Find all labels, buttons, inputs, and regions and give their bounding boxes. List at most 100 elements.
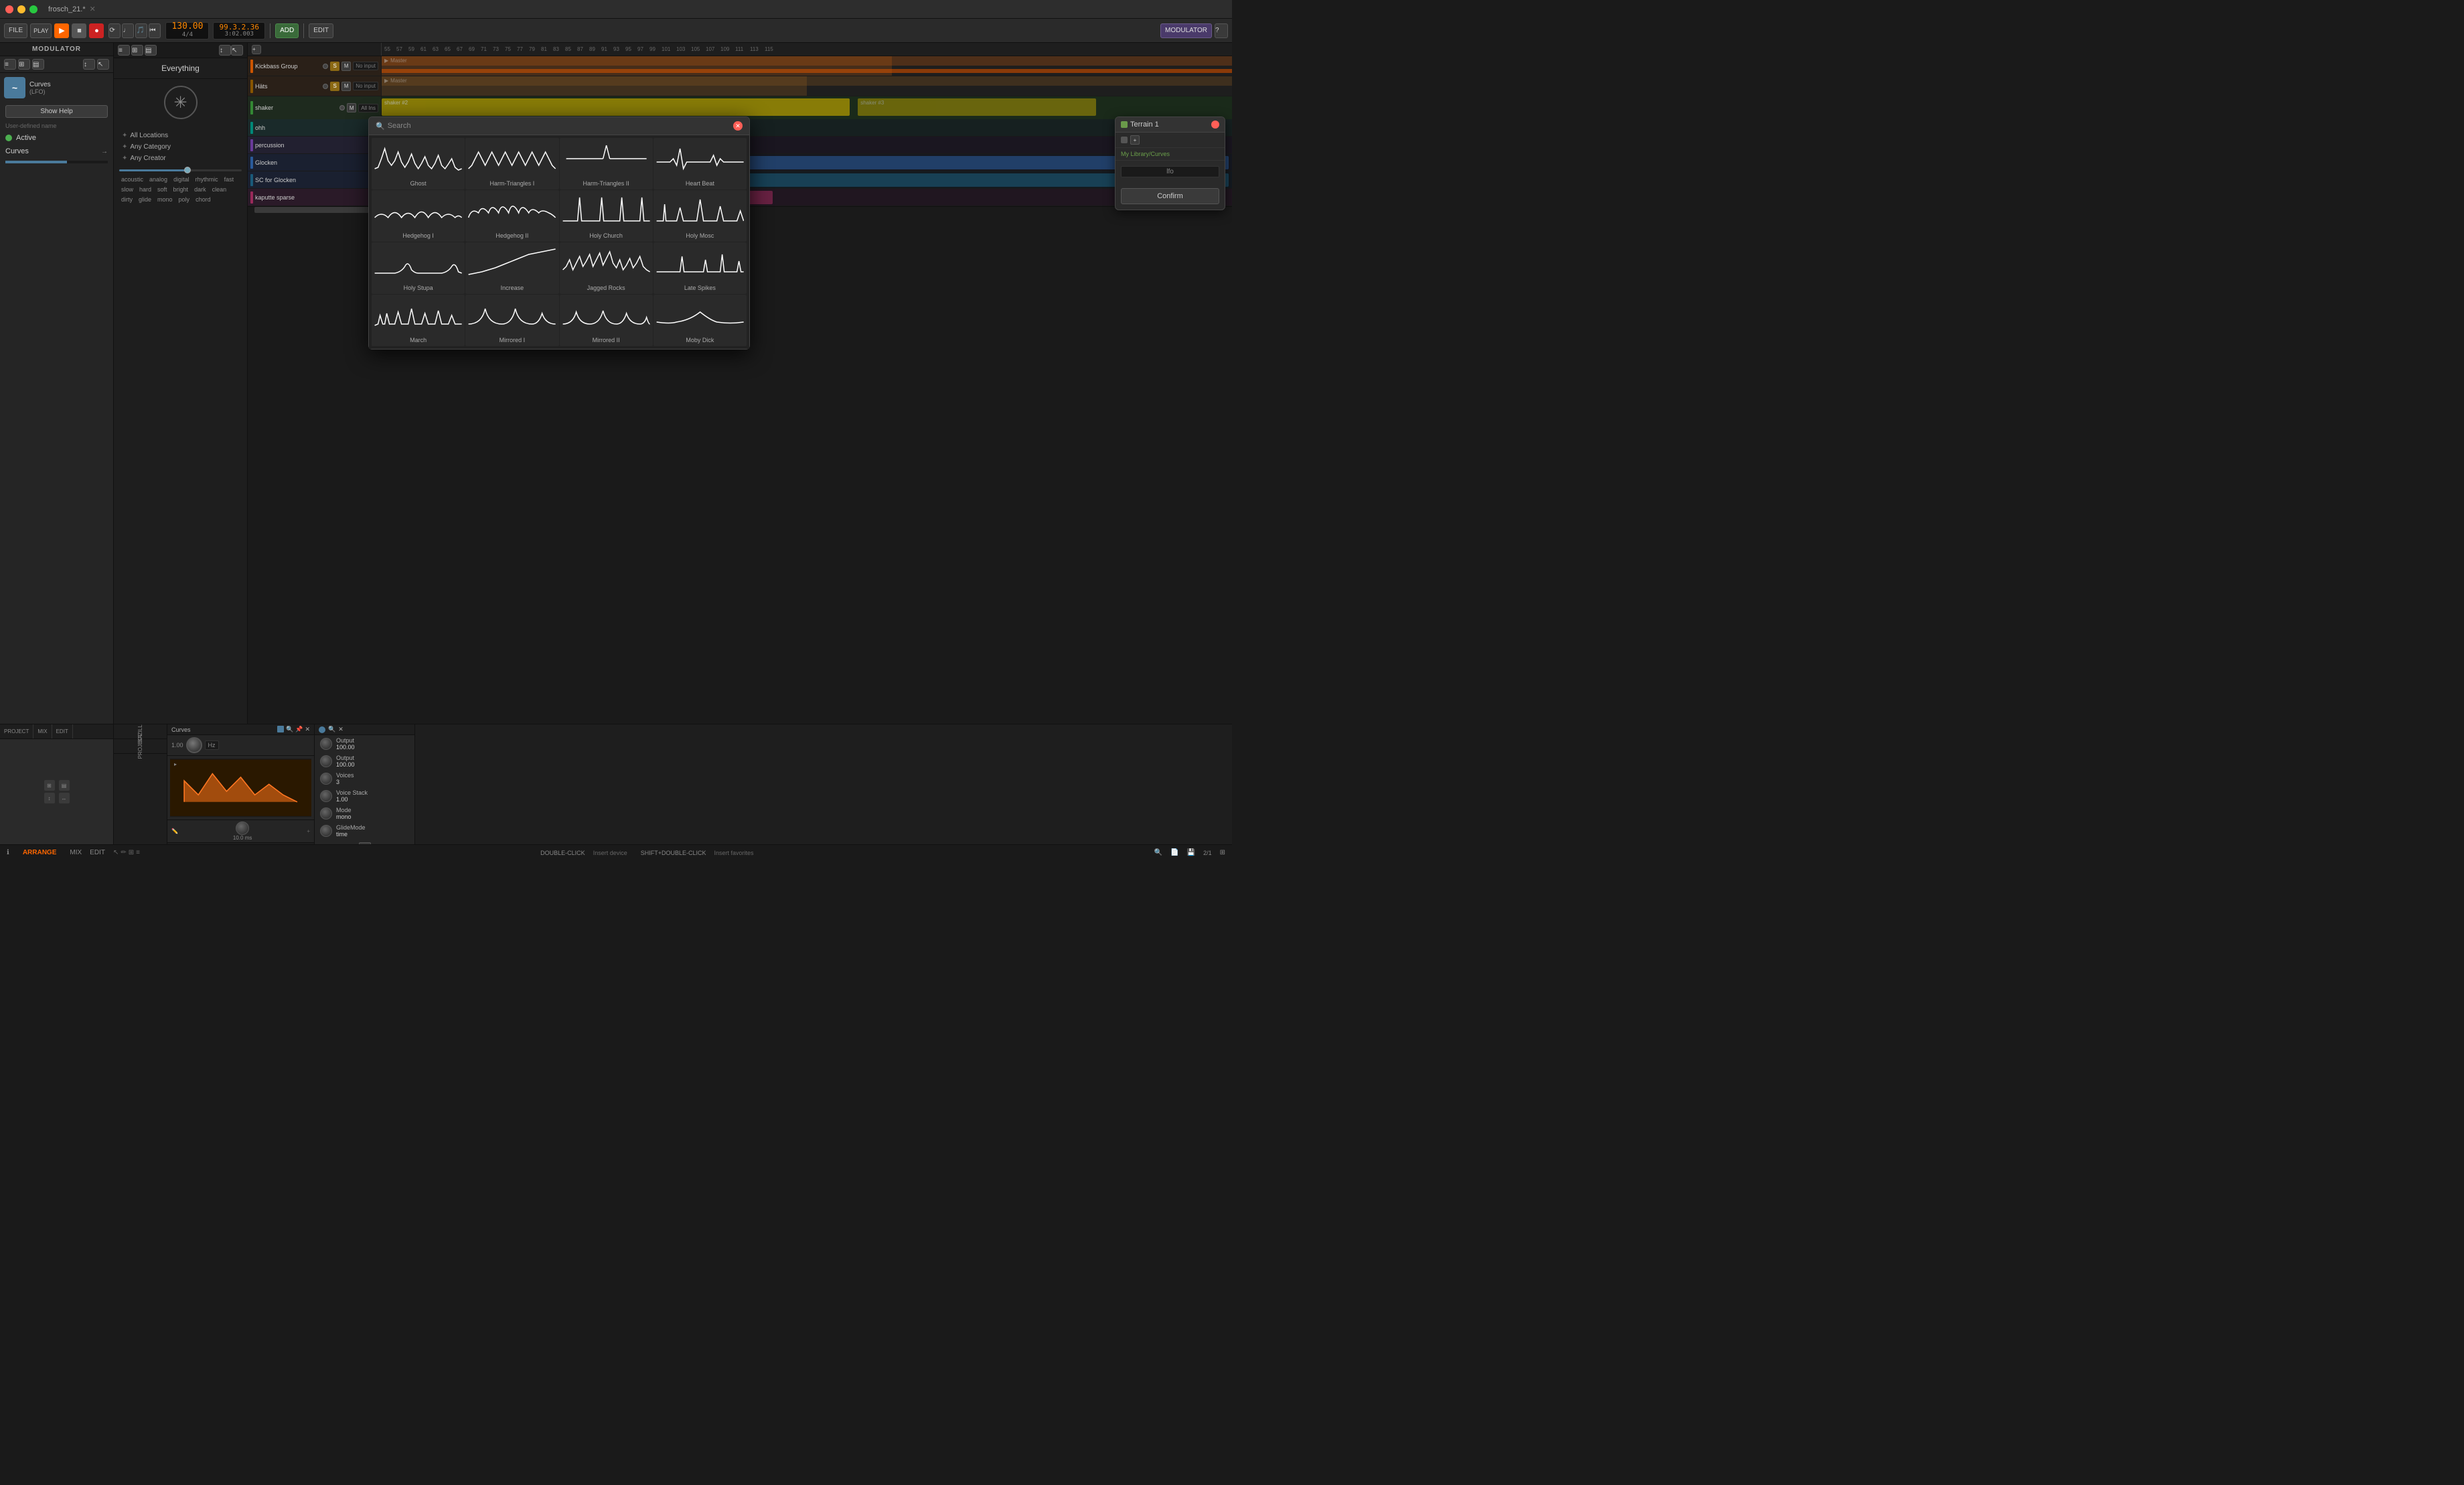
window-close-icon[interactable]: ✕ bbox=[90, 5, 96, 13]
tag-dirty[interactable]: dirty bbox=[119, 196, 135, 204]
list-view-button[interactable]: ≡ bbox=[4, 59, 16, 70]
output-close-icon[interactable]: ✕ bbox=[338, 726, 343, 733]
bottom-icon-2[interactable]: ▤ bbox=[59, 780, 70, 791]
mute-btn-kickbass[interactable]: M bbox=[341, 62, 351, 71]
filter-all-locations[interactable]: ✦ All Locations bbox=[119, 130, 242, 141]
output-knob-3[interactable] bbox=[320, 773, 332, 785]
curve-item-ghost[interactable]: Ghost bbox=[372, 138, 465, 189]
curve-item-increase[interactable]: Increase bbox=[465, 242, 558, 294]
curves-plugin-search-icon[interactable]: 🔍 bbox=[286, 726, 293, 733]
tag-chord[interactable]: chord bbox=[194, 196, 213, 204]
bpm-display[interactable]: 130.00 4/4 bbox=[165, 22, 209, 40]
curve-item-moby-dick[interactable]: Moby Dick bbox=[653, 295, 747, 346]
show-help-button[interactable]: Show Help bbox=[5, 105, 108, 118]
track-content-hats[interactable]: ▶ Master bbox=[382, 76, 1232, 96]
add-track-button[interactable]: + bbox=[252, 45, 261, 54]
popup-close-button[interactable]: ✕ bbox=[733, 121, 743, 131]
output-knob-5[interactable] bbox=[320, 807, 332, 819]
stop-button[interactable]: ■ bbox=[72, 23, 86, 38]
curves-plus-icon[interactable]: + bbox=[307, 828, 310, 834]
hats-main-clip[interactable] bbox=[382, 76, 807, 96]
arrange-tab[interactable]: ARRANGE bbox=[17, 849, 62, 856]
curve-item-late-spikes[interactable]: Late Spikes bbox=[653, 242, 747, 294]
curve-item-hedgehog1[interactable]: Hedgehog I bbox=[372, 190, 465, 242]
output-knob-1[interactable] bbox=[320, 738, 332, 750]
bottom-icon-4[interactable]: ↔ bbox=[59, 793, 70, 803]
track-content-shaker[interactable]: shaker #2 shaker #3 bbox=[382, 96, 1232, 119]
add-button[interactable]: ADD bbox=[275, 23, 299, 38]
status-edit-label[interactable]: EDIT bbox=[90, 849, 105, 856]
list-view-status-icon[interactable]: ≡ bbox=[136, 849, 140, 856]
tag-dark[interactable]: dark bbox=[192, 185, 208, 193]
record-button[interactable]: ● bbox=[89, 23, 104, 38]
curve-item-holy-mosc[interactable]: Holy Mosc bbox=[653, 190, 747, 242]
save-status-icon[interactable]: 💾 bbox=[1187, 849, 1195, 856]
terrain-add-button[interactable]: + bbox=[1130, 135, 1140, 145]
tag-slow[interactable]: slow bbox=[119, 185, 135, 193]
minimize-button[interactable] bbox=[17, 5, 25, 13]
metro-button[interactable]: ♩ bbox=[122, 23, 134, 38]
tag-clean[interactable]: clean bbox=[210, 185, 229, 193]
tab-project[interactable]: PROJECT bbox=[0, 724, 33, 738]
everything-list-button[interactable]: ▤ bbox=[145, 45, 157, 56]
bottom-icon-3[interactable]: ↕ bbox=[44, 793, 55, 803]
play-label-button[interactable]: PLAY bbox=[30, 23, 52, 38]
everything-sort-button[interactable]: ↕ bbox=[219, 45, 231, 56]
solo-btn-hats[interactable]: S bbox=[330, 82, 339, 91]
output-knob-6[interactable] bbox=[320, 825, 332, 837]
output-knob-2[interactable] bbox=[320, 755, 332, 767]
tag-acoustic[interactable]: acoustic bbox=[119, 175, 145, 183]
curve-item-hedgehog2[interactable]: Hedgehog II bbox=[465, 190, 558, 242]
tag-hard[interactable]: hard bbox=[137, 185, 153, 193]
curve-item-march[interactable]: March bbox=[372, 295, 465, 346]
position-display[interactable]: 99.3.2.36 3:02.003 bbox=[213, 22, 265, 40]
mute-btn-hats[interactable]: M bbox=[341, 82, 351, 91]
curve-item-mirrored1[interactable]: Mirrored I bbox=[465, 295, 558, 346]
sort-button[interactable]: ↕ bbox=[83, 59, 95, 70]
rewind-button[interactable]: ⏮ bbox=[149, 23, 161, 38]
tag-bright[interactable]: bright bbox=[171, 185, 191, 193]
terrain-search-input[interactable] bbox=[1121, 166, 1219, 177]
project-tab-label[interactable]: PROJECT bbox=[137, 734, 143, 759]
slider-track[interactable] bbox=[119, 169, 242, 171]
loop-button[interactable]: ⟳ bbox=[108, 23, 121, 38]
everything-back-button[interactable]: ≡ bbox=[118, 45, 130, 56]
tag-digital[interactable]: digital bbox=[171, 175, 191, 183]
window-controls[interactable] bbox=[5, 5, 37, 13]
confirm-button[interactable]: Confirm bbox=[1121, 188, 1219, 204]
curve-item-holy-stupa[interactable]: Holy Stupa bbox=[372, 242, 465, 294]
tag-poly[interactable]: poly bbox=[177, 196, 192, 204]
bottom-icon-1[interactable]: ⊞ bbox=[44, 780, 55, 791]
curves-waveform-display[interactable]: ▸ bbox=[170, 759, 311, 817]
curve-item-mirrored2[interactable]: Mirrored II bbox=[560, 295, 653, 346]
terrain-panel[interactable]: Terrain 1 + My Library/Curves Confirm bbox=[1115, 116, 1225, 210]
curves-pencil-icon[interactable]: ✏️ bbox=[171, 828, 178, 834]
curve-item-jagged[interactable]: Jagged Rocks bbox=[560, 242, 653, 294]
hz-display[interactable]: Hz bbox=[205, 740, 219, 750]
output-knob-4[interactable] bbox=[320, 790, 332, 802]
tag-analog[interactable]: analog bbox=[147, 175, 169, 183]
curves-browser-popup[interactable]: 🔍 Search ✕ Ghost bbox=[368, 116, 750, 349]
output-search-icon[interactable]: 🔍 bbox=[328, 726, 335, 733]
tag-mono[interactable]: mono bbox=[155, 196, 175, 204]
grid-status-icon[interactable]: ⊞ bbox=[1220, 849, 1225, 856]
curves-plugin-pin[interactable]: 📌 bbox=[295, 726, 303, 733]
status-mix-label[interactable]: MIX bbox=[70, 849, 82, 856]
everything-cursor-button[interactable]: ↖ bbox=[231, 45, 243, 56]
cursor-icon[interactable]: ↖ bbox=[113, 849, 119, 856]
tag-soft[interactable]: soft bbox=[155, 185, 169, 193]
close-button[interactable] bbox=[5, 5, 13, 13]
solo-btn-kickbass[interactable]: S bbox=[330, 62, 339, 71]
mute-btn-shaker[interactable]: M bbox=[347, 103, 356, 112]
shaker-clip-2[interactable]: shaker #3 bbox=[858, 98, 1096, 116]
curve-item-harm-tri-2[interactable]: Harm-Triangles II bbox=[560, 138, 653, 189]
edit-button[interactable]: EDIT bbox=[309, 23, 333, 38]
search-status-icon[interactable]: 🔍 bbox=[1154, 849, 1162, 856]
play-button[interactable]: ▶ bbox=[54, 23, 69, 38]
modulator-button[interactable]: MODULATOR bbox=[1160, 23, 1212, 38]
curve-item-heartbeat[interactable]: Heart Beat bbox=[653, 138, 747, 189]
tag-glide[interactable]: glide bbox=[137, 196, 153, 204]
delay-knob[interactable] bbox=[236, 822, 249, 835]
everything-grid-button[interactable]: ⊞ bbox=[131, 45, 143, 56]
slider-thumb[interactable] bbox=[184, 167, 191, 173]
